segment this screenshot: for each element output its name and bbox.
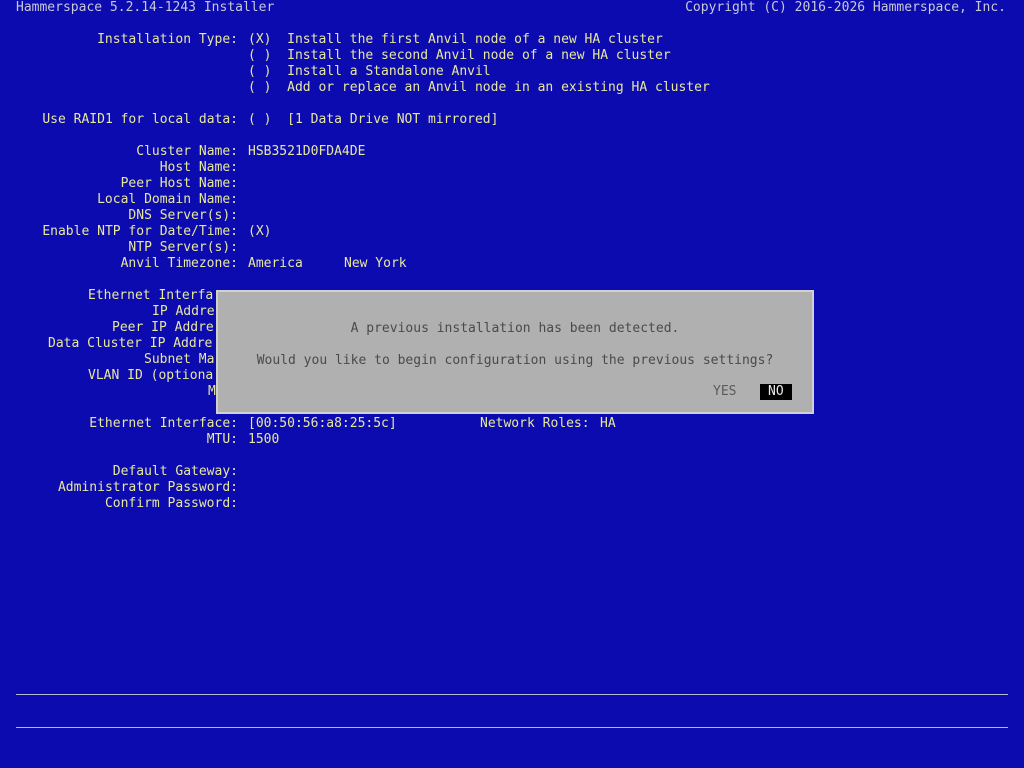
raid-label: Use RAID1 for local data: <box>42 112 238 127</box>
iface1-ip-label: IP Addre <box>152 304 215 319</box>
yes-button[interactable]: YES <box>705 384 744 400</box>
installer-title: Hammerspace 5.2.14-1243 Installer <box>16 0 275 15</box>
install-option-label: Install the first Anvil node of a new HA… <box>287 32 663 47</box>
iface2-ethernet-label: Ethernet Interface: <box>89 416 238 431</box>
raid-note: [1 Data Drive NOT mirrored] <box>287 112 499 127</box>
install-option-add-replace[interactable]: ( ) Add or replace an Anvil node in an e… <box>248 80 710 96</box>
admin-password-field[interactable] <box>248 480 448 496</box>
radio-mark: (X) <box>248 32 272 47</box>
host-name-field[interactable] <box>248 160 448 176</box>
iface1-mtu-label: M <box>208 384 216 399</box>
iface2-network-roles-label: Network Roles: <box>480 416 590 431</box>
radio-mark: ( ) <box>248 112 272 127</box>
no-button[interactable]: NO <box>760 384 792 400</box>
dialog-message-detected: A previous installation has been detecte… <box>350 321 680 336</box>
iface1-data-cluster-ip-label: Data Cluster IP Addre <box>48 336 213 351</box>
raid-toggle[interactable]: ( ) [1 Data Drive NOT mirrored] <box>248 112 498 128</box>
dns-servers-label: DNS Server(s): <box>128 208 238 223</box>
ntp-servers-label: NTP Server(s): <box>128 240 238 255</box>
ntp-servers-field[interactable] <box>248 240 448 256</box>
iface2-ethernet-field[interactable]: [00:50:56:a8:25:5c] <box>248 416 397 432</box>
timezone-label: Anvil Timezone: <box>120 256 238 271</box>
install-option-label: Add or replace an Anvil node in an exist… <box>287 80 710 95</box>
bottom-divider-upper <box>16 694 1008 695</box>
copyright-text: Copyright (C) 2016-2026 Hammerspace, Inc… <box>685 0 1006 15</box>
iface1-peer-ip-label: Peer IP Addre <box>112 320 214 335</box>
iface1-subnet-label: Subnet Ma <box>144 352 215 367</box>
iface2-network-roles-field[interactable]: HA <box>600 416 616 432</box>
default-gateway-field[interactable] <box>248 464 448 480</box>
confirm-password-field[interactable] <box>248 496 448 512</box>
bottom-divider-lower <box>16 727 1008 728</box>
default-gateway-label: Default Gateway: <box>112 464 238 479</box>
ntp-enable-label: Enable NTP for Date/Time: <box>42 224 238 239</box>
iface2-mtu-label: MTU: <box>206 432 238 447</box>
install-option-first-anvil[interactable]: (X) Install the first Anvil node of a ne… <box>248 32 663 48</box>
admin-password-label: Administrator Password: <box>57 480 238 495</box>
ntp-enable-toggle[interactable]: (X) <box>248 224 271 240</box>
radio-mark: ( ) <box>248 48 272 63</box>
peer-host-name-field[interactable] <box>248 176 448 192</box>
timezone-region-field[interactable]: America <box>248 256 303 272</box>
install-option-label: Install a Standalone Anvil <box>287 64 491 79</box>
iface1-ethernet-label: Ethernet Interfa <box>88 288 214 303</box>
dns-servers-field[interactable] <box>248 208 448 224</box>
local-domain-label: Local Domain Name: <box>97 192 238 207</box>
cluster-name-field[interactable]: HSB3521D0FDA4DE <box>248 144 365 160</box>
install-option-label: Install the second Anvil node of a new H… <box>287 48 671 63</box>
iface2-mtu-field[interactable]: 1500 <box>248 432 279 448</box>
installation-type-label: Installation Type: <box>97 32 238 47</box>
cluster-name-label: Cluster Name: <box>136 144 238 159</box>
install-option-second-anvil[interactable]: ( ) Install the second Anvil node of a n… <box>248 48 671 64</box>
dialog-message-question: Would you like to begin configuration us… <box>256 353 774 368</box>
iface1-vlan-label: VLAN ID (optiona <box>88 368 214 383</box>
host-name-label: Host Name: <box>159 160 238 175</box>
local-domain-field[interactable] <box>248 192 448 208</box>
confirm-password-label: Confirm Password: <box>104 496 238 511</box>
peer-host-name-label: Peer Host Name: <box>120 176 238 191</box>
install-option-standalone[interactable]: ( ) Install a Standalone Anvil <box>248 64 491 80</box>
previous-install-dialog: A previous installation has been detecte… <box>216 290 814 414</box>
timezone-city-field[interactable]: New York <box>344 256 407 272</box>
radio-mark: ( ) <box>248 64 272 79</box>
radio-mark: ( ) <box>248 80 272 95</box>
